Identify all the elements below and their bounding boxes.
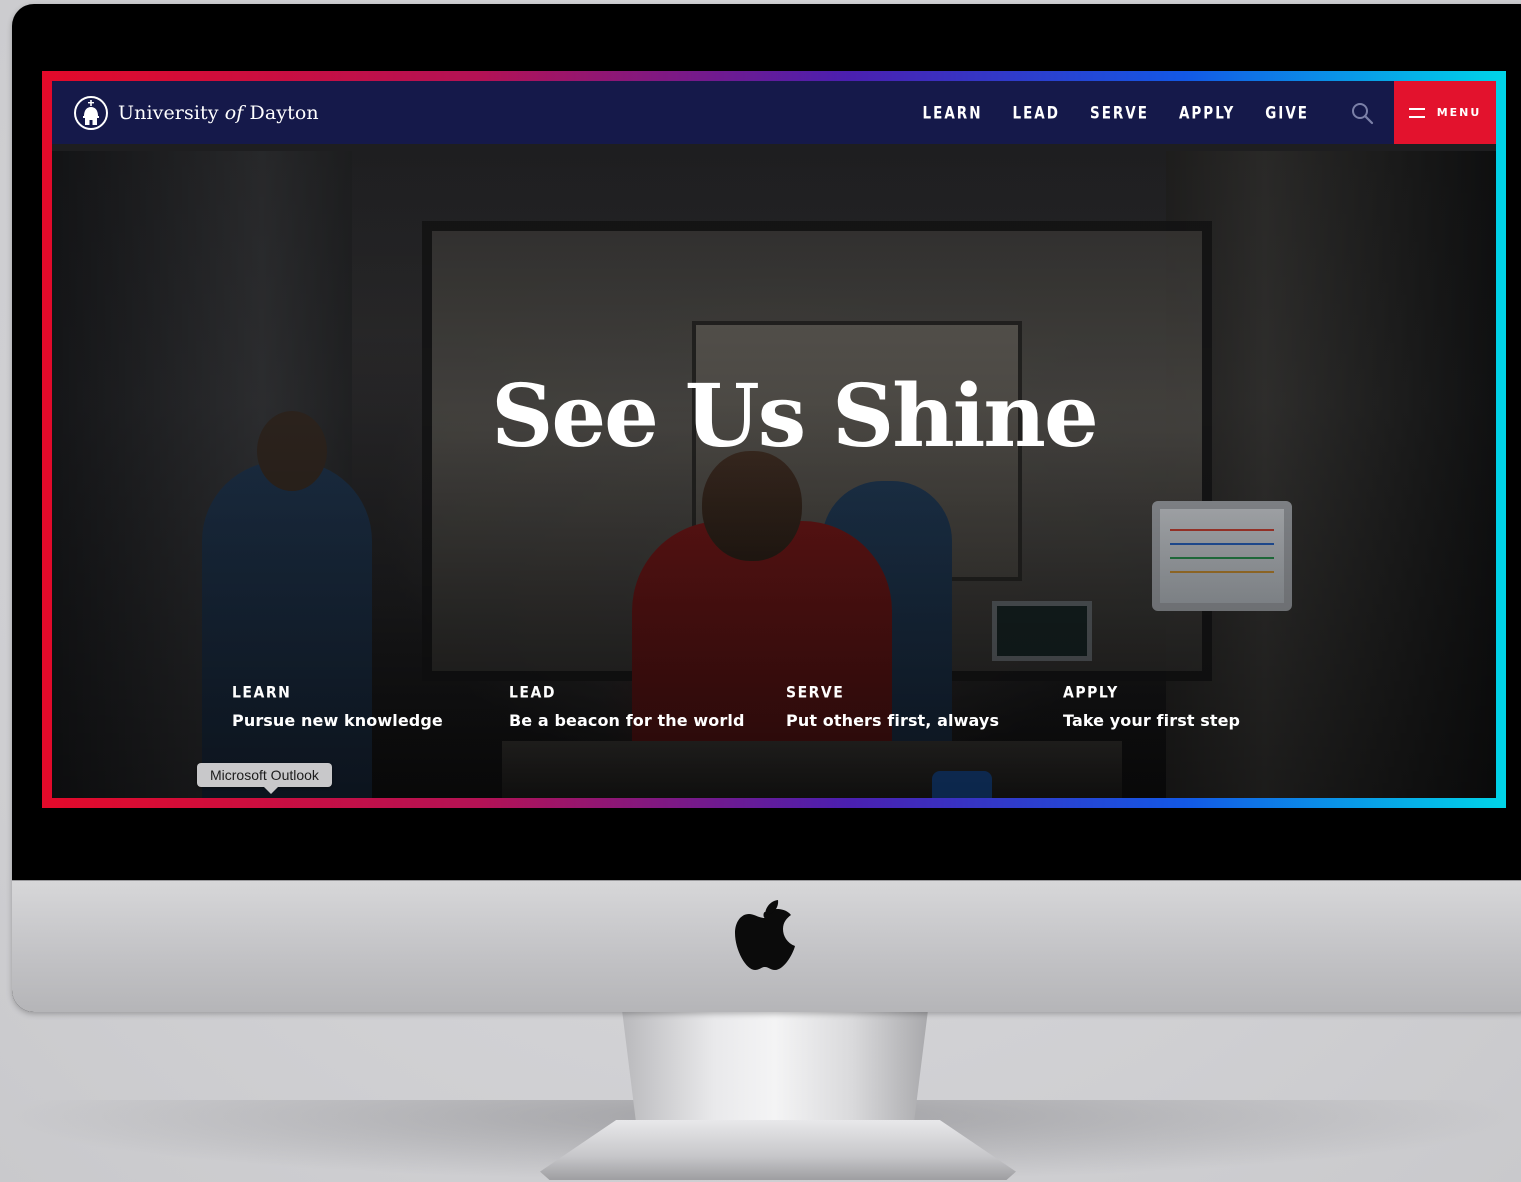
pillar-label: APPLY [1063, 683, 1119, 703]
search-icon[interactable] [1350, 101, 1374, 125]
pillar-learn[interactable]: LEARN Pursue new knowledge [232, 683, 509, 730]
menu-button-label: MENU [1436, 106, 1482, 119]
screen-gradient-border: University of Dayton LEARN LEAD SERVE AP… [42, 71, 1506, 808]
nav-link-apply[interactable]: APPLY [1179, 102, 1235, 122]
nav-link-serve[interactable]: SERVE [1090, 102, 1149, 122]
pillar-serve[interactable]: SERVE Put others first, always [786, 683, 1063, 730]
pillar-label: SERVE [786, 683, 845, 703]
pillar-label: LEAD [509, 683, 556, 703]
apple-logo-icon [735, 900, 795, 970]
site-header: University of Dayton LEARN LEAD SERVE AP… [52, 81, 1496, 144]
imac-stand-foot [540, 1120, 1016, 1180]
pillar-description: Be a beacon for the world [509, 711, 745, 730]
brand-name: University of Dayton [118, 102, 319, 124]
hamburger-icon [1408, 107, 1425, 118]
brand-logo-link[interactable]: University of Dayton [74, 95, 319, 130]
desktop-backdrop: University of Dayton LEARN LEAD SERVE AP… [0, 0, 1521, 1182]
nav-link-lead[interactable]: LEAD [1012, 102, 1059, 122]
pillar-description: Take your first step [1063, 711, 1241, 730]
primary-nav: LEARN LEAD SERVE APPLY GIVE MENU [908, 81, 1496, 144]
pillar-apply[interactable]: APPLY Take your first step [1063, 683, 1340, 730]
pillar-label: LEARN [232, 683, 292, 703]
browser-viewport: University of Dayton LEARN LEAD SERVE AP… [52, 81, 1496, 798]
chapel-dome-icon [83, 99, 99, 125]
pillar-links: LEARN Pursue new knowledge LEAD Be a bea… [232, 683, 1340, 730]
pillar-lead[interactable]: LEAD Be a beacon for the world [509, 683, 786, 730]
pillar-description: Pursue new knowledge [232, 711, 443, 730]
hero-title: See Us Shine [491, 366, 1098, 467]
nav-link-give[interactable]: GIVE [1265, 102, 1309, 122]
nav-link-learn[interactable]: LEARN [923, 102, 983, 122]
menu-button[interactable]: MENU [1394, 81, 1496, 144]
brand-name-prefix: University [118, 101, 219, 124]
dock-tooltip: Microsoft Outlook [197, 763, 332, 794]
pillar-description: Put others first, always [786, 711, 1000, 730]
brand-name-italic: of [224, 101, 244, 124]
chapel-dome-seal-icon [74, 95, 108, 130]
brand-name-suffix: Dayton [249, 101, 319, 124]
